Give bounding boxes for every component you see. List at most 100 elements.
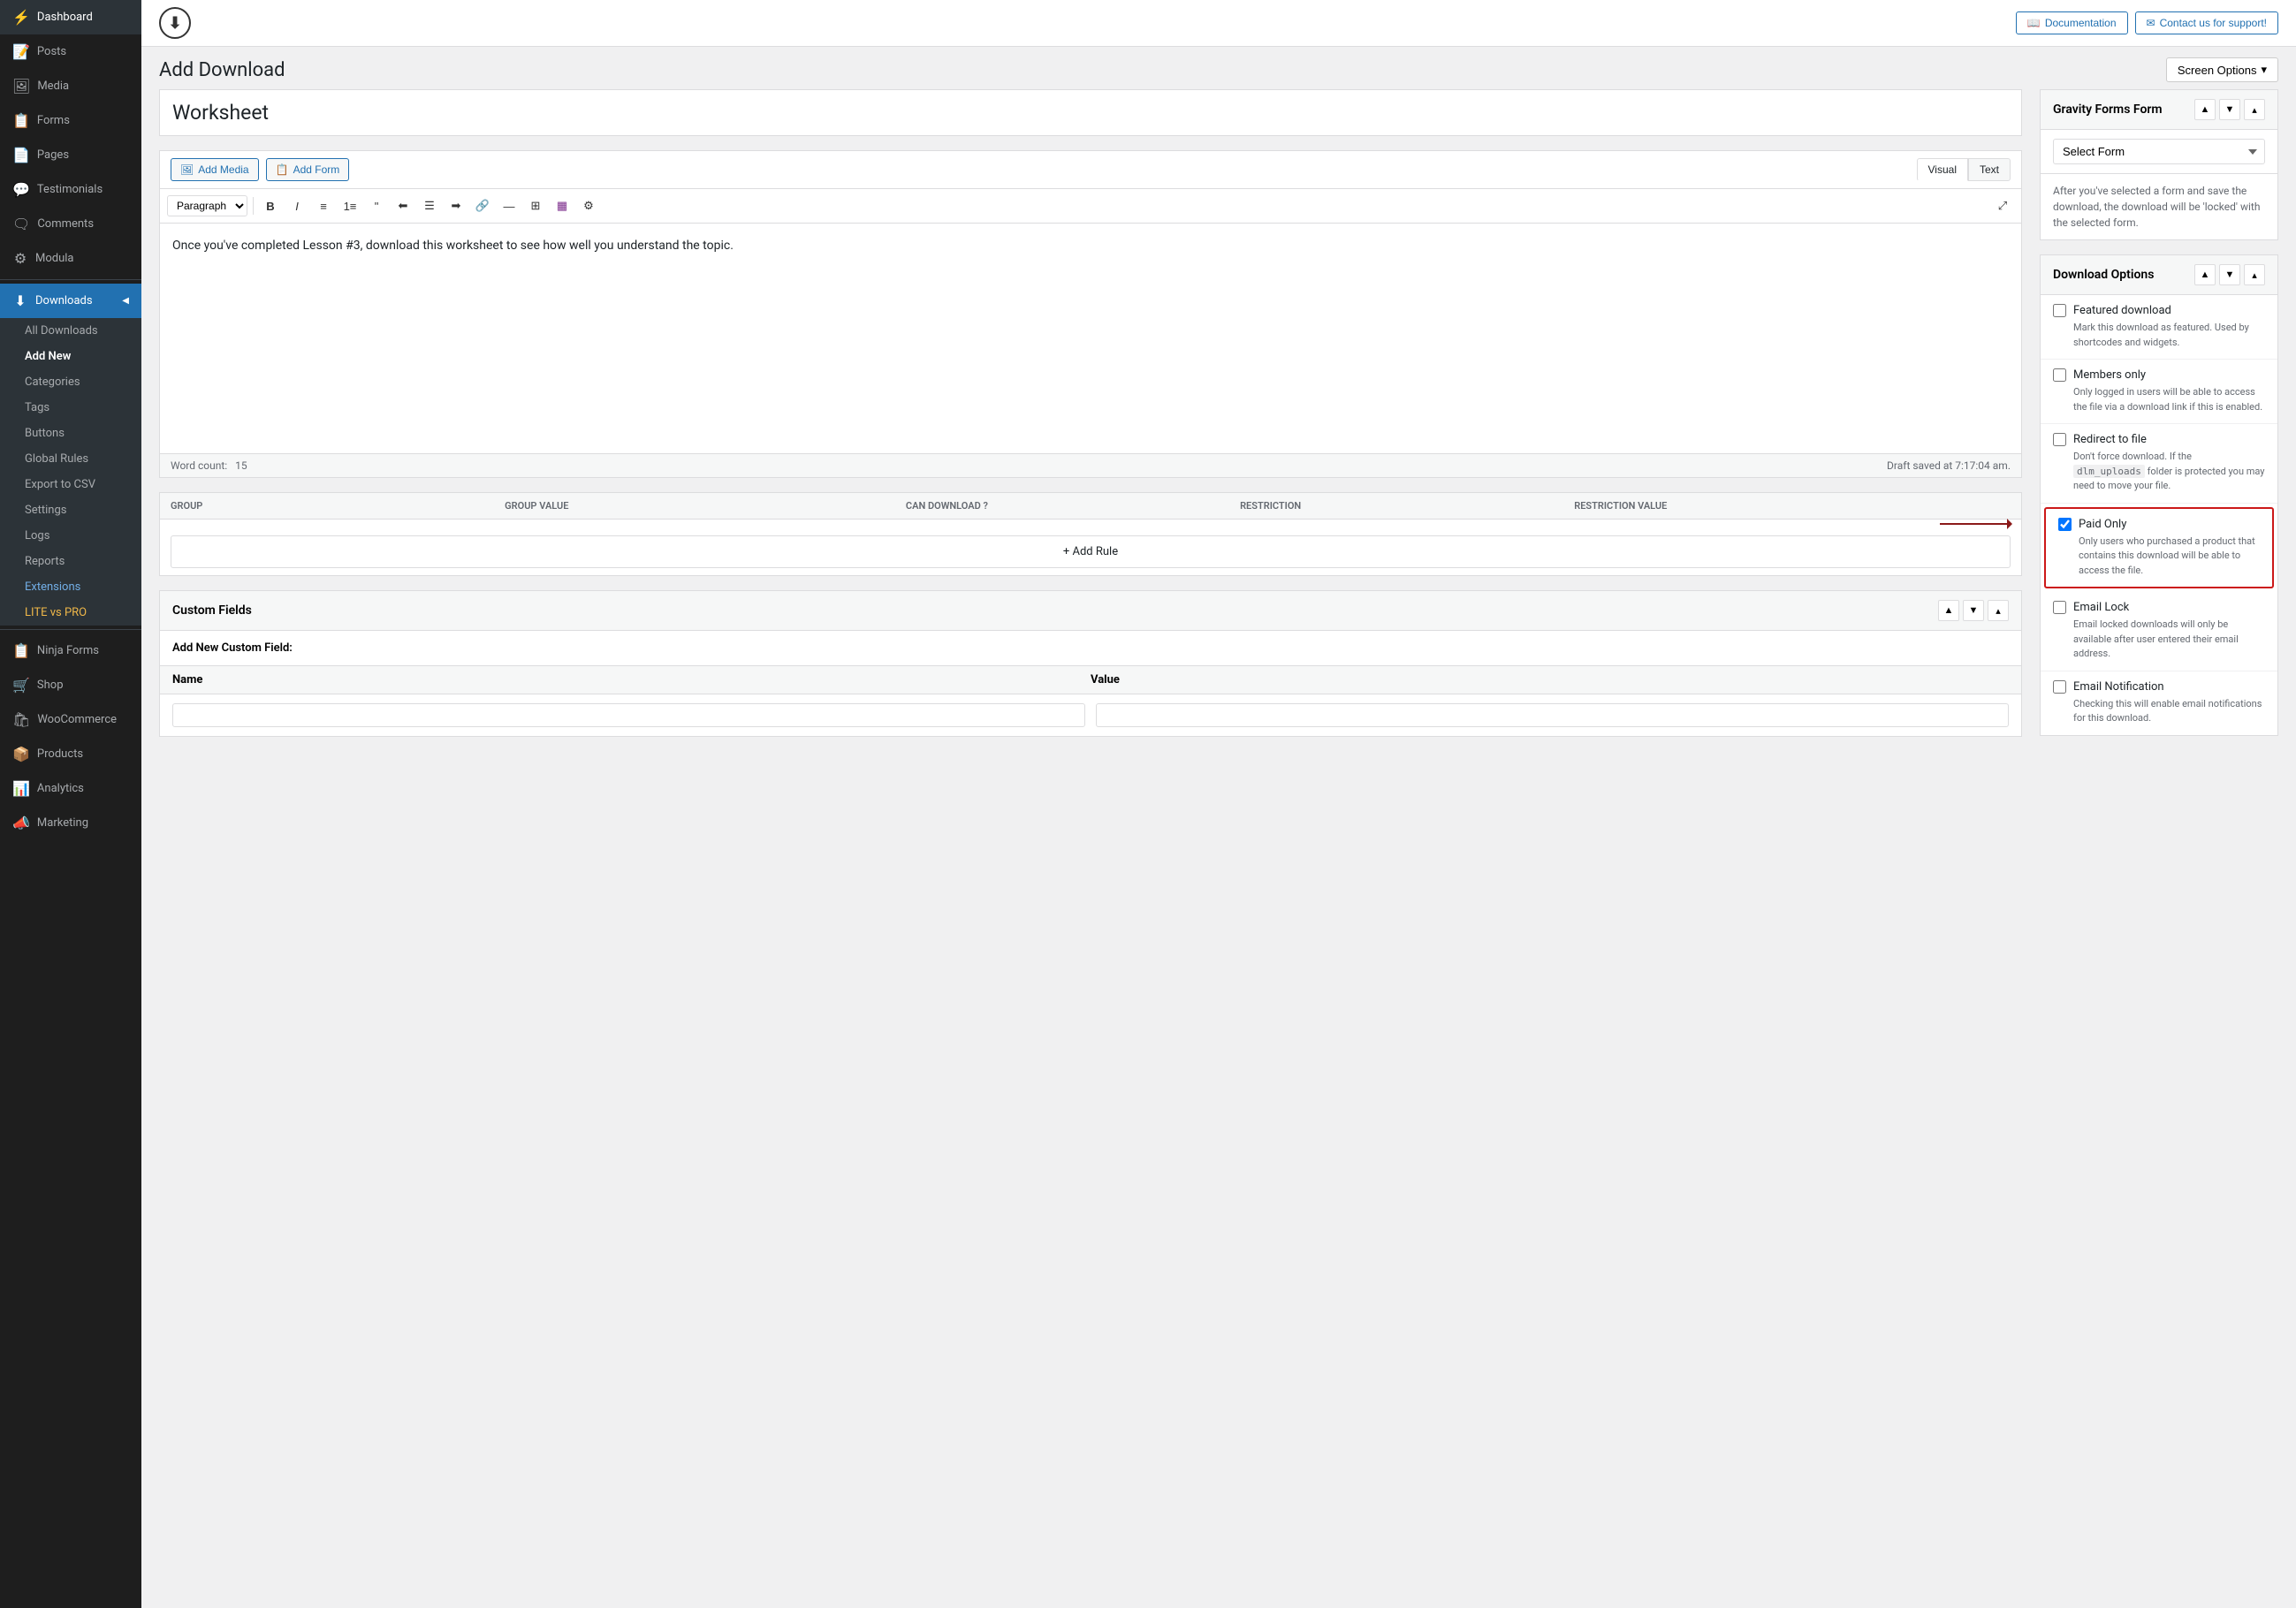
- color-button[interactable]: ▦: [551, 194, 574, 217]
- columns-layout: 🖼 Add Media 📋 Add Form Visual Text: [141, 89, 2296, 1608]
- do-email-lock-checkbox[interactable]: [2053, 601, 2066, 614]
- main-area: ⬇ 📖 Documentation ✉ Contact us for suppo…: [141, 0, 2296, 1608]
- sidebar-item-shop[interactable]: 🛒 Shop: [0, 668, 141, 702]
- sidebar: ⚡ Dashboard 📝 Posts 🖼 Media 📋 Forms 📄 Pa…: [0, 0, 141, 1608]
- sidebar-sub-buttons[interactable]: Buttons: [0, 421, 141, 446]
- cf-name-input[interactable]: [172, 703, 1085, 727]
- sidebar-sub-logs[interactable]: Logs: [0, 523, 141, 549]
- do-featured-checkbox[interactable]: [2053, 304, 2066, 317]
- sidebar-item-marketing[interactable]: 📣 Marketing: [0, 806, 141, 840]
- align-right-button[interactable]: ➡: [445, 194, 468, 217]
- downloads-submenu: All Downloads Add New Categories Tags Bu…: [0, 318, 141, 626]
- sidebar-sub-reports[interactable]: Reports: [0, 549, 141, 574]
- draft-saved: Draft saved at 7:17:04 am.: [1887, 459, 2011, 472]
- comments-icon: 🗨: [12, 216, 30, 232]
- topbar-right: 📖 Documentation ✉ Contact us for support…: [2016, 11, 2278, 34]
- sidebar-sub-all-downloads[interactable]: All Downloads: [0, 318, 141, 344]
- sidebar-sub-add-new[interactable]: Add New: [0, 344, 141, 369]
- word-count: Word count: 15: [171, 459, 247, 472]
- dashboard-icon: ⚡: [12, 9, 30, 26]
- table-button[interactable]: ⊞: [524, 194, 547, 217]
- do-paid-checkbox[interactable]: [2058, 518, 2072, 531]
- tab-text[interactable]: Text: [1968, 158, 2011, 181]
- do-email-notification-checkbox[interactable]: [2053, 680, 2066, 694]
- do-email-notification-header: Email Notification: [2053, 680, 2265, 694]
- app-logo: ⬇: [159, 7, 191, 39]
- sidebar-item-modula[interactable]: ⚙ Modula: [0, 241, 141, 276]
- sidebar-divider-2: [0, 629, 141, 630]
- sidebar-item-pages[interactable]: 📄 Pages: [0, 138, 141, 172]
- gravity-forms-header: Gravity Forms Form ▲ ▼ ▴: [2041, 90, 2277, 130]
- sidebar-sub-lite-vs-pro[interactable]: LITE vs PRO: [0, 600, 141, 626]
- paragraph-select[interactable]: Paragraph: [167, 195, 247, 216]
- do-redirect-checkbox[interactable]: [2053, 433, 2066, 446]
- close-box-button[interactable]: ▴: [1988, 600, 2009, 621]
- collapse-up-button[interactable]: ▲: [1938, 600, 1959, 621]
- sidebar-sub-tags[interactable]: Tags: [0, 395, 141, 421]
- media-icon: 🖼: [12, 78, 30, 95]
- sidebar-sub-categories[interactable]: Categories: [0, 369, 141, 395]
- gf-collapse-down[interactable]: ▼: [2219, 99, 2240, 120]
- link-button[interactable]: 🔗: [471, 194, 494, 217]
- title-input[interactable]: [160, 90, 2021, 135]
- page-header: Add Download Screen Options ▾: [141, 47, 2296, 89]
- cf-table-header: Name Value: [160, 666, 2021, 694]
- sidebar-item-media[interactable]: 🖼 Media: [0, 69, 141, 103]
- sidebar-sub-settings[interactable]: Settings: [0, 497, 141, 523]
- italic-button[interactable]: I: [285, 194, 308, 217]
- contact-support-button[interactable]: ✉ Contact us for support!: [2135, 11, 2278, 34]
- align-center-button[interactable]: ☰: [418, 194, 441, 217]
- align-left-button[interactable]: ⬅: [392, 194, 414, 217]
- sidebar-item-forms[interactable]: 📋 Forms: [0, 103, 141, 138]
- gf-box-controls: ▲ ▼ ▴: [2194, 99, 2265, 120]
- sidebar-item-posts[interactable]: 📝 Posts: [0, 34, 141, 69]
- gf-collapse-up[interactable]: ▲: [2194, 99, 2216, 120]
- do-box-controls: ▲ ▼ ▴: [2194, 264, 2265, 285]
- more-button[interactable]: —: [498, 194, 521, 217]
- do-redirect-header: Redirect to file: [2053, 433, 2265, 446]
- sidebar-sub-export[interactable]: Export to CSV: [0, 472, 141, 497]
- posts-icon: 📝: [12, 43, 30, 60]
- sidebar-item-analytics[interactable]: 📊 Analytics: [0, 771, 141, 806]
- sidebar-item-products[interactable]: 📦 Products: [0, 737, 141, 771]
- do-redirect-code: dlm_uploads: [2073, 465, 2145, 478]
- sidebar-item-testimonials[interactable]: 💬 Testimonials: [0, 172, 141, 207]
- sidebar-item-comments[interactable]: 🗨 Comments: [0, 207, 141, 241]
- do-collapse-down[interactable]: ▼: [2219, 264, 2240, 285]
- fullscreen-button[interactable]: ⤢: [1991, 194, 2014, 217]
- collapse-down-button[interactable]: ▼: [1963, 600, 1984, 621]
- woocommerce-icon: 🛍: [12, 711, 30, 728]
- do-collapse-up[interactable]: ▲: [2194, 264, 2216, 285]
- cf-value-input[interactable]: [1096, 703, 2009, 727]
- add-rule-button[interactable]: + Add Rule: [171, 535, 2011, 568]
- do-members-checkbox[interactable]: [2053, 368, 2066, 382]
- sidebar-sub-global-rules[interactable]: Global Rules: [0, 446, 141, 472]
- do-members-only: Members only Only logged in users will b…: [2041, 360, 2277, 424]
- ordered-list-button[interactable]: 1≡: [338, 194, 361, 217]
- settings-button[interactable]: ⚙: [577, 194, 600, 217]
- bold-button[interactable]: B: [259, 194, 282, 217]
- screen-options-button[interactable]: Screen Options ▾: [2166, 57, 2278, 82]
- download-options-box: Download Options ▲ ▼ ▴ Featured download: [2040, 254, 2278, 736]
- sidebar-item-woocommerce[interactable]: 🛍 WooCommerce: [0, 702, 141, 737]
- right-column: Gravity Forms Form ▲ ▼ ▴ Select Form Aft…: [2040, 89, 2278, 1590]
- add-media-button[interactable]: 🖼 Add Media: [171, 158, 259, 181]
- marketing-icon: 📣: [12, 815, 30, 831]
- sidebar-sub-extensions[interactable]: Extensions: [0, 574, 141, 600]
- arrow-line: [1940, 523, 2011, 525]
- do-redirect: Redirect to file Don't force download. I…: [2041, 424, 2277, 504]
- sidebar-item-ninja-forms[interactable]: 📋 Ninja Forms: [0, 633, 141, 668]
- editor-content[interactable]: Once you've completed Lesson #3, downloa…: [160, 224, 2021, 453]
- add-form-button[interactable]: 📋 Add Form: [266, 158, 350, 181]
- do-close[interactable]: ▴: [2244, 264, 2265, 285]
- tab-visual[interactable]: Visual: [1917, 158, 1968, 181]
- chevron-down-icon: ▾: [2261, 63, 2267, 77]
- blockquote-button[interactable]: ": [365, 194, 388, 217]
- gf-form-select[interactable]: Select Form: [2053, 139, 2265, 164]
- gf-close[interactable]: ▴: [2244, 99, 2265, 120]
- custom-fields-header: Custom Fields ▲ ▼ ▴: [160, 591, 2021, 631]
- sidebar-item-downloads[interactable]: ⬇ Downloads ◀: [0, 284, 141, 318]
- unordered-list-button[interactable]: ≡: [312, 194, 335, 217]
- sidebar-item-dashboard[interactable]: ⚡ Dashboard: [0, 0, 141, 34]
- documentation-button[interactable]: 📖 Documentation: [2016, 11, 2128, 34]
